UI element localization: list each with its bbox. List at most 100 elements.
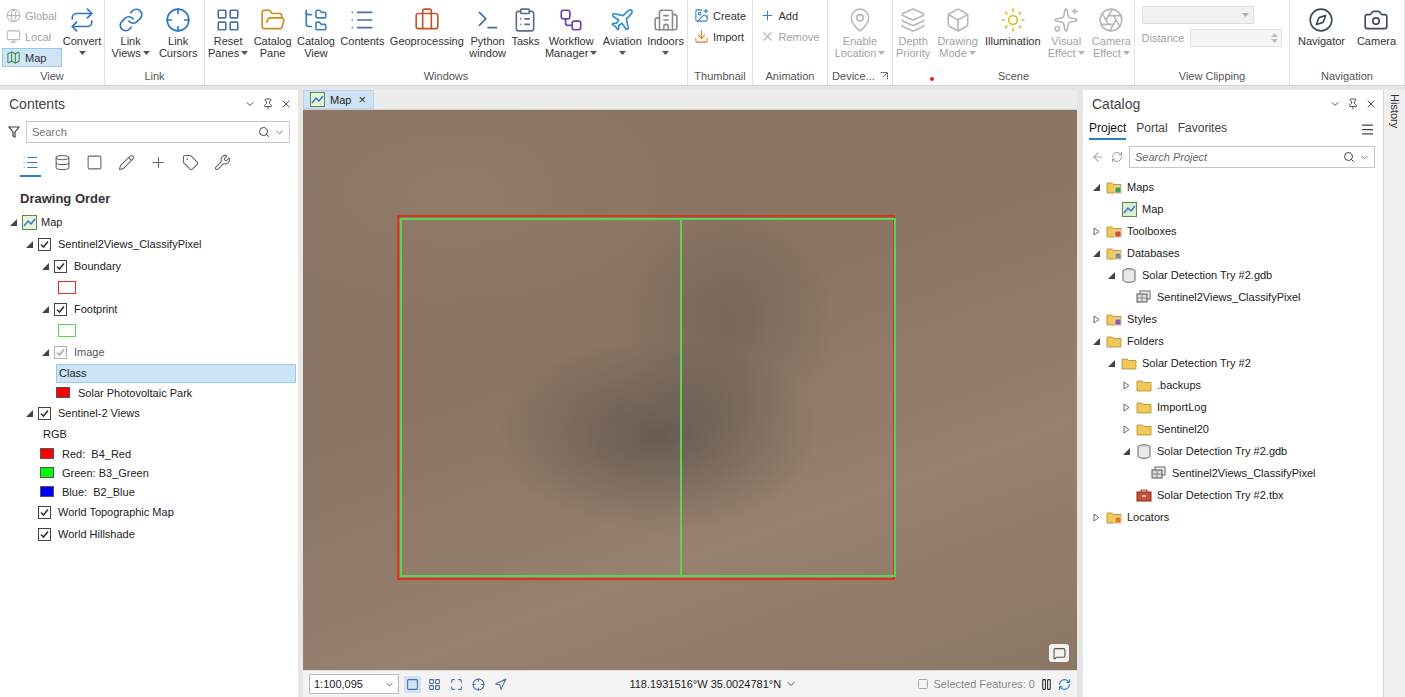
collapsed-toggle-icon[interactable] — [1121, 424, 1131, 434]
expanded-toggle-icon[interactable] — [1121, 446, 1131, 456]
layer-checkbox[interactable] — [54, 260, 67, 273]
contents-tree-row[interactable]: Green: B3_Green — [0, 463, 298, 482]
expanded-toggle-icon[interactable] — [8, 217, 18, 227]
ribbon-small-button[interactable]: Add — [756, 6, 825, 25]
ribbon-button[interactable]: DepthPriority — [895, 4, 931, 59]
layer-checkbox[interactable] — [54, 346, 67, 359]
contents-tree-row[interactable]: Sentinel2Views_ClassifyPixel — [0, 233, 298, 255]
search-options-icon[interactable] — [1359, 152, 1370, 163]
view-tab[interactable] — [20, 151, 41, 177]
contents-tree-row[interactable]: World Topographic Map — [0, 501, 298, 523]
view-tab[interactable] — [52, 151, 73, 177]
expanded-toggle-icon[interactable] — [1091, 248, 1101, 258]
outline-swatch[interactable] — [58, 324, 76, 337]
collapsed-toggle-icon[interactable] — [1091, 512, 1101, 522]
map-canvas[interactable] — [303, 110, 1077, 670]
legend-swatch[interactable] — [40, 486, 54, 497]
scale-field[interactable]: 1:100,095 — [309, 674, 399, 694]
ribbon-button[interactable]: Indoors — [646, 4, 685, 59]
ribbon-button[interactable]: ResetPanes — [207, 4, 249, 59]
catalog-tree-row[interactable]: Solar Detection Try #2 — [1083, 352, 1383, 374]
catalog-tree-row[interactable]: .backups — [1083, 374, 1383, 396]
legend-swatch[interactable] — [40, 448, 54, 459]
refresh-icon[interactable] — [1111, 151, 1123, 163]
ribbon-small-button[interactable]: Map — [2, 48, 62, 67]
outline-swatch[interactable] — [58, 281, 76, 294]
ribbon-button[interactable]: CameraEffect — [1091, 4, 1132, 59]
expanded-toggle-icon[interactable] — [1091, 182, 1101, 192]
legend-swatch[interactable] — [56, 387, 70, 398]
view-tab[interactable] — [148, 151, 169, 177]
contents-tree-row[interactable]: Solar Photovoltaic Park — [0, 383, 298, 402]
catalog-tree-row[interactable]: Sentinel2Views_ClassifyPixel — [1083, 462, 1383, 484]
catalog-tab[interactable]: Project — [1089, 119, 1126, 140]
expanded-toggle-icon[interactable] — [40, 304, 50, 314]
ribbon-button[interactable]: DrawingMode — [936, 4, 978, 59]
search-field[interactable] — [26, 121, 290, 143]
catalog-tree-row[interactable]: ImportLog — [1083, 396, 1383, 418]
ribbon-button[interactable]: CatalogPane — [253, 4, 293, 59]
ribbon-button[interactable]: Navigator — [1297, 4, 1346, 47]
contents-tree-row[interactable] — [0, 320, 298, 341]
ribbon-small-button[interactable]: Global — [2, 6, 62, 25]
ribbon-small-button[interactable]: Local — [2, 27, 62, 46]
pane-options-icon[interactable] — [244, 98, 256, 110]
back-icon[interactable] — [1091, 150, 1105, 164]
contents-tree-row[interactable]: RGB — [0, 424, 298, 444]
layer-checkbox[interactable] — [38, 238, 51, 251]
ribbon-button[interactable]: Illumination — [984, 4, 1042, 47]
ribbon-small-button[interactable]: Create — [690, 6, 751, 25]
expanded-toggle-icon[interactable] — [1106, 270, 1116, 280]
ribbon-small-button[interactable]: Remove — [756, 27, 825, 46]
ribbon-button[interactable]: Geoprocessing — [389, 4, 465, 47]
coordinates-format-icon[interactable] — [785, 678, 797, 690]
ribbon-button[interactable]: Convert — [62, 4, 103, 59]
pin-icon[interactable] — [262, 98, 274, 110]
filter-icon[interactable] — [8, 126, 20, 138]
pane-options-icon[interactable] — [1329, 98, 1341, 110]
catalog-tree-row[interactable]: Sentinel20 — [1083, 418, 1383, 440]
menu-icon[interactable] — [1360, 122, 1375, 137]
expanded-toggle-icon[interactable] — [1106, 358, 1116, 368]
ribbon-button[interactable]: LinkCursors — [158, 4, 199, 59]
ribbon-button[interactable]: CatalogView — [296, 4, 336, 59]
catalog-tree-row[interactable]: Locators — [1083, 506, 1383, 528]
ribbon-button[interactable]: VisualEffect — [1047, 4, 1086, 59]
catalog-tree-row[interactable]: Map — [1083, 198, 1383, 220]
tab-close-button[interactable]: × — [356, 94, 368, 106]
catalog-tree-row[interactable]: Folders — [1083, 330, 1383, 352]
ribbon-button[interactable]: Tasks — [510, 4, 540, 47]
catalog-tree-row[interactable]: Maps — [1083, 176, 1383, 198]
ribbon-button[interactable]: Contents — [339, 4, 385, 47]
collapsed-toggle-icon[interactable] — [1121, 402, 1131, 412]
view-tab[interactable] — [84, 151, 105, 177]
layer-checkbox[interactable] — [38, 506, 51, 519]
status-toggle[interactable] — [426, 676, 443, 693]
expanded-toggle-icon[interactable] — [24, 408, 34, 418]
ribbon-button[interactable]: EnableLocation — [834, 4, 887, 59]
contents-tree-row[interactable]: Footprint — [0, 298, 298, 320]
view-tab[interactable] — [180, 151, 201, 177]
layer-checkbox[interactable] — [54, 303, 67, 316]
contents-tree-row[interactable] — [0, 277, 298, 298]
contents-tree-row[interactable]: Image — [0, 341, 298, 363]
expanded-toggle-icon[interactable] — [1091, 336, 1101, 346]
catalog-tree-row[interactable]: Databases — [1083, 242, 1383, 264]
contents-tree-row[interactable]: Sentinel-2 Views — [0, 402, 298, 424]
ribbon-small-button[interactable]: Import — [690, 27, 751, 46]
ribbon-button[interactable]: Aviation — [602, 4, 643, 59]
pause-icon[interactable] — [1040, 678, 1053, 691]
status-toggle[interactable] — [448, 676, 465, 693]
map-tab[interactable]: Map× — [303, 90, 374, 109]
search-options-icon[interactable] — [274, 127, 285, 138]
pin-icon[interactable] — [1347, 98, 1359, 110]
catalog-tree-row[interactable]: Solar Detection Try #2.tbx — [1083, 484, 1383, 506]
ribbon-button[interactable]: Pythonwindow — [468, 4, 507, 59]
clipping-combo[interactable] — [1142, 6, 1254, 24]
contents-tree-row[interactable]: Red: B4_Red — [0, 444, 298, 463]
expanded-toggle-icon[interactable] — [40, 261, 50, 271]
dialog-launcher-icon[interactable] — [880, 72, 888, 80]
catalog-tab[interactable]: Portal — [1136, 119, 1167, 140]
ribbon-button[interactable]: Camera — [1356, 4, 1397, 47]
contents-tree-row[interactable]: Boundary — [0, 255, 298, 277]
